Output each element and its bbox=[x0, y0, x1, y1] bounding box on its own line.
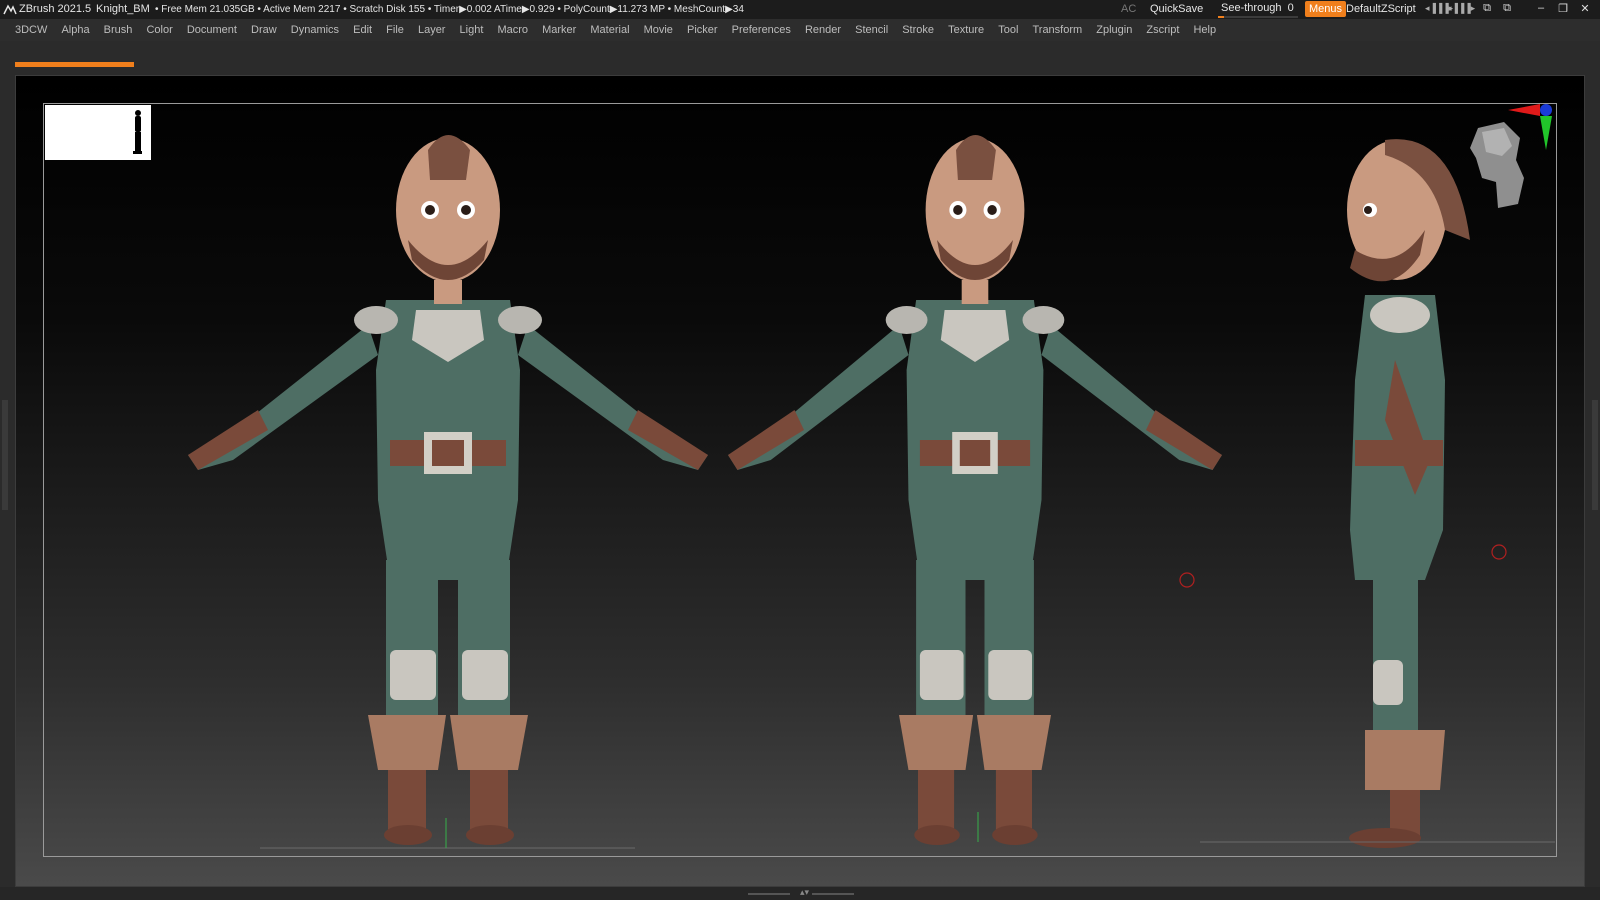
menu-alpha[interactable]: Alpha bbox=[61, 19, 89, 41]
seethrough-fill bbox=[1218, 16, 1225, 18]
menu-macro[interactable]: Macro bbox=[497, 19, 528, 41]
minimize-icon[interactable]: – bbox=[1532, 2, 1550, 17]
default-zscript-button[interactable]: DefaultZScript bbox=[1346, 3, 1416, 15]
menus-toggle-button[interactable]: Menus bbox=[1305, 1, 1347, 17]
seethrough-track bbox=[1218, 16, 1298, 18]
restore-icon[interactable]: ❐ bbox=[1554, 2, 1572, 17]
menu-light[interactable]: Light bbox=[460, 19, 484, 41]
menu-bar: 3DCW Alpha Brush Color Document Draw Dyn… bbox=[0, 19, 1600, 41]
tool-shelf bbox=[0, 41, 1600, 71]
menu-zplugin[interactable]: Zplugin bbox=[1096, 19, 1132, 41]
menu-preferences[interactable]: Preferences bbox=[732, 19, 791, 41]
quicksave-button[interactable]: QuickSave bbox=[1150, 3, 1203, 15]
menu-file[interactable]: File bbox=[386, 19, 404, 41]
close-icon[interactable]: ✕ bbox=[1576, 2, 1594, 17]
title-bar: ZBrush 2021.5 Knight_BM • Free Mem 21.03… bbox=[0, 0, 1600, 19]
thumbnail-view[interactable] bbox=[45, 105, 151, 160]
save-layout-icon[interactable]: ⧉ bbox=[1498, 2, 1516, 17]
menu-tool[interactable]: Tool bbox=[998, 19, 1018, 41]
menu-help[interactable]: Help bbox=[1193, 19, 1216, 41]
active-tab-indicator[interactable] bbox=[15, 62, 134, 67]
right-tray-handle[interactable] bbox=[1592, 400, 1598, 510]
menu-material[interactable]: Material bbox=[590, 19, 629, 41]
bottom-tray-grip[interactable] bbox=[748, 893, 790, 895]
menu-movie[interactable]: Movie bbox=[644, 19, 673, 41]
app-name: ZBrush 2021.5 bbox=[19, 3, 92, 15]
menu-picker[interactable]: Picker bbox=[687, 19, 718, 41]
menu-brush[interactable]: Brush bbox=[104, 19, 133, 41]
menu-texture[interactable]: Texture bbox=[948, 19, 984, 41]
menu-3dcw[interactable]: 3DCW bbox=[15, 19, 47, 41]
ac-label[interactable]: AC bbox=[1121, 3, 1136, 15]
menu-marker[interactable]: Marker bbox=[542, 19, 576, 41]
bottom-tray-grip[interactable] bbox=[812, 893, 854, 895]
menu-document[interactable]: Document bbox=[187, 19, 237, 41]
menu-zscript[interactable]: Zscript bbox=[1146, 19, 1179, 41]
layout-arrows-2-icon[interactable]: ◂▐▐▐▸ bbox=[1447, 3, 1475, 14]
menu-transform[interactable]: Transform bbox=[1032, 19, 1082, 41]
document-name: Knight_BM bbox=[96, 3, 150, 15]
axis-gizmo-icon[interactable] bbox=[1508, 102, 1554, 152]
menu-layer[interactable]: Layer bbox=[418, 19, 446, 41]
seethrough-label: See-through bbox=[1221, 2, 1282, 14]
menu-color[interactable]: Color bbox=[146, 19, 172, 41]
zbrush-logo-icon[interactable] bbox=[3, 3, 17, 16]
swap-layout-icon[interactable]: ⧉ bbox=[1478, 2, 1496, 17]
menu-render[interactable]: Render bbox=[805, 19, 841, 41]
menu-stencil[interactable]: Stencil bbox=[855, 19, 888, 41]
seethrough-value: 0 bbox=[1287, 2, 1294, 14]
menu-dynamics[interactable]: Dynamics bbox=[291, 19, 339, 41]
bottom-tray-toggle-icon[interactable]: ▴▾ bbox=[800, 887, 809, 898]
menu-edit[interactable]: Edit bbox=[353, 19, 372, 41]
menu-stroke[interactable]: Stroke bbox=[902, 19, 934, 41]
left-tray-handle[interactable] bbox=[2, 400, 8, 510]
document-border bbox=[43, 103, 1557, 857]
status-line: • Free Mem 21.035GB • Active Mem 2217 • … bbox=[155, 4, 744, 15]
silhouette-icon bbox=[133, 110, 142, 154]
seethrough-slider[interactable]: See-through 0 bbox=[1218, 1, 1298, 18]
bottom-tray: ▴▾ bbox=[0, 887, 1600, 900]
menu-draw[interactable]: Draw bbox=[251, 19, 277, 41]
